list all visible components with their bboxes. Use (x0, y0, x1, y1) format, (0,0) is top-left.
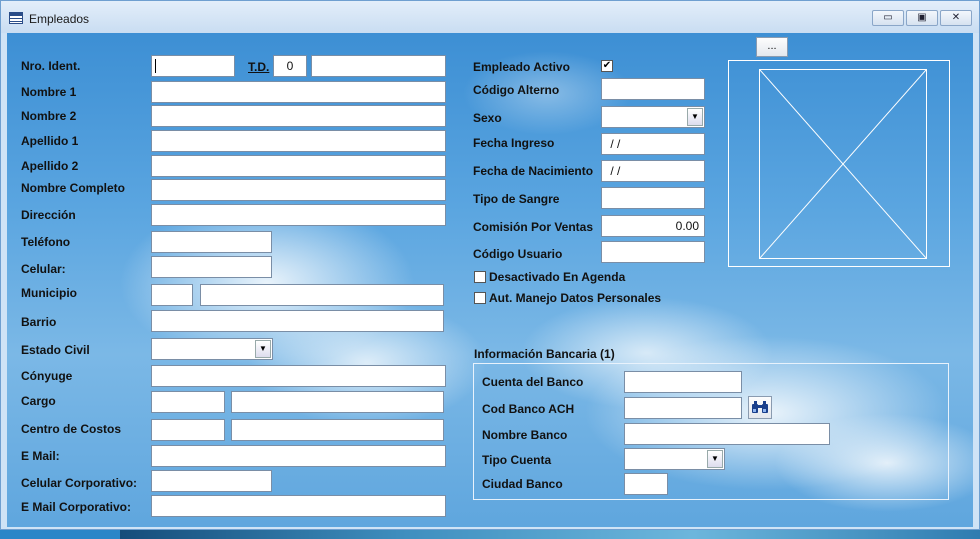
email-input[interactable] (151, 445, 446, 467)
empleado-activo-label: Empleado Activo (473, 60, 570, 74)
cargo-label: Cargo (21, 394, 56, 408)
apellido1-input[interactable] (151, 130, 446, 152)
estado-civil-label: Estado Civil (21, 343, 90, 357)
municipio-code-input[interactable] (151, 284, 193, 306)
codigo-alterno-input[interactable] (601, 78, 705, 100)
celular-label: Celular: (21, 262, 66, 276)
cod-banco-ach-input[interactable] (624, 397, 742, 419)
codigo-usuario-input[interactable] (601, 241, 705, 263)
tipo-sangre-label: Tipo de Sangre (473, 192, 560, 206)
nombre-banco-input[interactable] (624, 423, 830, 445)
telefono-input[interactable] (151, 231, 272, 253)
aut-manejo-datos-label[interactable]: Aut. Manejo Datos Personales (489, 291, 661, 305)
comision-ventas-label: Comisión Por Ventas (473, 220, 594, 234)
apellido2-label: Apellido 2 (21, 159, 79, 173)
nro-ident-input[interactable] (151, 55, 235, 77)
fecha-nacimiento-input[interactable]: / / (601, 160, 705, 182)
municipio-name-input[interactable] (200, 284, 444, 306)
chevron-down-icon[interactable]: ▼ (255, 340, 271, 358)
cuenta-banco-label: Cuenta del Banco (482, 375, 584, 389)
text-cursor (155, 59, 156, 73)
tipo-cuenta-label: Tipo Cuenta (482, 453, 552, 467)
chevron-down-icon[interactable]: ▼ (687, 108, 703, 126)
binoculars-glyph (752, 401, 768, 413)
fecha-ingreso-label: Fecha Ingreso (473, 136, 555, 150)
photo-frame[interactable] (728, 60, 950, 267)
barrio-input[interactable] (151, 310, 444, 332)
cargo-code-input[interactable] (151, 391, 225, 413)
title-bar[interactable]: Empleados ▭ ▣ ✕ (1, 1, 979, 33)
nombre-banco-label: Nombre Banco (482, 428, 568, 442)
codigo-usuario-label: Código Usuario (473, 247, 563, 261)
centro-costos-label: Centro de Costos (21, 422, 122, 436)
table-icon (9, 12, 23, 24)
conyuge-label: Cónyuge (21, 369, 73, 383)
nombre-completo-label: Nombre Completo (21, 181, 126, 195)
td-description-input[interactable] (311, 55, 446, 77)
cargo-name-input[interactable] (231, 391, 444, 413)
barrio-label: Barrio (21, 315, 57, 329)
celular-corporativo-label: Celular Corporativo: (21, 476, 138, 490)
no-image-icon (759, 69, 927, 259)
chevron-down-icon[interactable]: ▼ (707, 450, 723, 468)
td-label[interactable]: T.D. (248, 60, 269, 74)
tipo-cuenta-select[interactable]: ▼ (624, 448, 725, 470)
binoculars-icon[interactable] (748, 396, 772, 419)
employee-window: Empleados ▭ ▣ ✕ Nro. Ident. T.D. 0 Nombr… (0, 0, 980, 530)
photo-placeholder (759, 69, 927, 259)
centro-costos-code-input[interactable] (151, 419, 225, 441)
banco-group-title: Información Bancaria (1) (474, 347, 615, 361)
nombre1-label: Nombre 1 (21, 85, 77, 99)
cod-banco-ach-label: Cod Banco ACH (482, 402, 575, 416)
email-corporativo-label: E Mail Corporativo: (21, 500, 132, 514)
td-code-input[interactable]: 0 (273, 55, 307, 77)
fecha-nacimiento-label: Fecha de Nacimiento (473, 164, 594, 178)
tipo-sangre-input[interactable] (601, 187, 705, 209)
conyuge-input[interactable] (151, 365, 446, 387)
minimize-button[interactable]: ▭ (872, 10, 904, 26)
cuenta-banco-input[interactable] (624, 371, 742, 393)
apellido1-label: Apellido 1 (21, 134, 79, 148)
nombre-completo-input[interactable] (151, 179, 446, 201)
celular-input[interactable] (151, 256, 272, 278)
estado-civil-select[interactable]: ▼ (151, 338, 273, 360)
municipio-label: Municipio (21, 286, 77, 300)
nombre2-label: Nombre 2 (21, 109, 77, 123)
ciudad-banco-input[interactable] (624, 473, 668, 495)
maximize-button[interactable]: ▣ (906, 10, 938, 26)
celular-corporativo-input[interactable] (151, 470, 272, 492)
desactivado-agenda-checkbox[interactable] (474, 271, 486, 283)
nombre1-input[interactable] (151, 81, 446, 103)
email-label: E Mail: (21, 449, 60, 463)
nombre2-input[interactable] (151, 105, 446, 127)
sexo-label: Sexo (473, 111, 502, 125)
aut-manejo-datos-checkbox[interactable] (474, 292, 486, 304)
fecha-ingreso-input[interactable]: / / (601, 133, 705, 155)
telefono-label: Teléfono (21, 235, 71, 249)
window-title: Empleados (29, 12, 90, 26)
empleado-activo-checkbox[interactable]: ✔ (601, 60, 613, 72)
desactivado-agenda-label[interactable]: Desactivado En Agenda (489, 270, 625, 284)
apellido2-input[interactable] (151, 155, 446, 177)
sexo-select[interactable]: ▼ (601, 106, 705, 128)
email-corporativo-input[interactable] (151, 495, 446, 517)
codigo-alterno-label: Código Alterno (473, 83, 560, 97)
ciudad-banco-label: Ciudad Banco (482, 477, 563, 491)
nro-ident-label: Nro. Ident. (21, 59, 81, 73)
form-body: Nro. Ident. T.D. 0 Nombre 1 Nombre 2 Ape… (7, 33, 973, 527)
direccion-label: Dirección (21, 208, 76, 222)
desktop-background-strip (120, 530, 980, 539)
centro-costos-name-input[interactable] (231, 419, 444, 441)
browse-photo-button[interactable]: ... (756, 37, 788, 57)
direccion-input[interactable] (151, 204, 446, 226)
comision-ventas-input[interactable]: 0.00 (601, 215, 705, 237)
close-button[interactable]: ✕ (940, 10, 972, 26)
